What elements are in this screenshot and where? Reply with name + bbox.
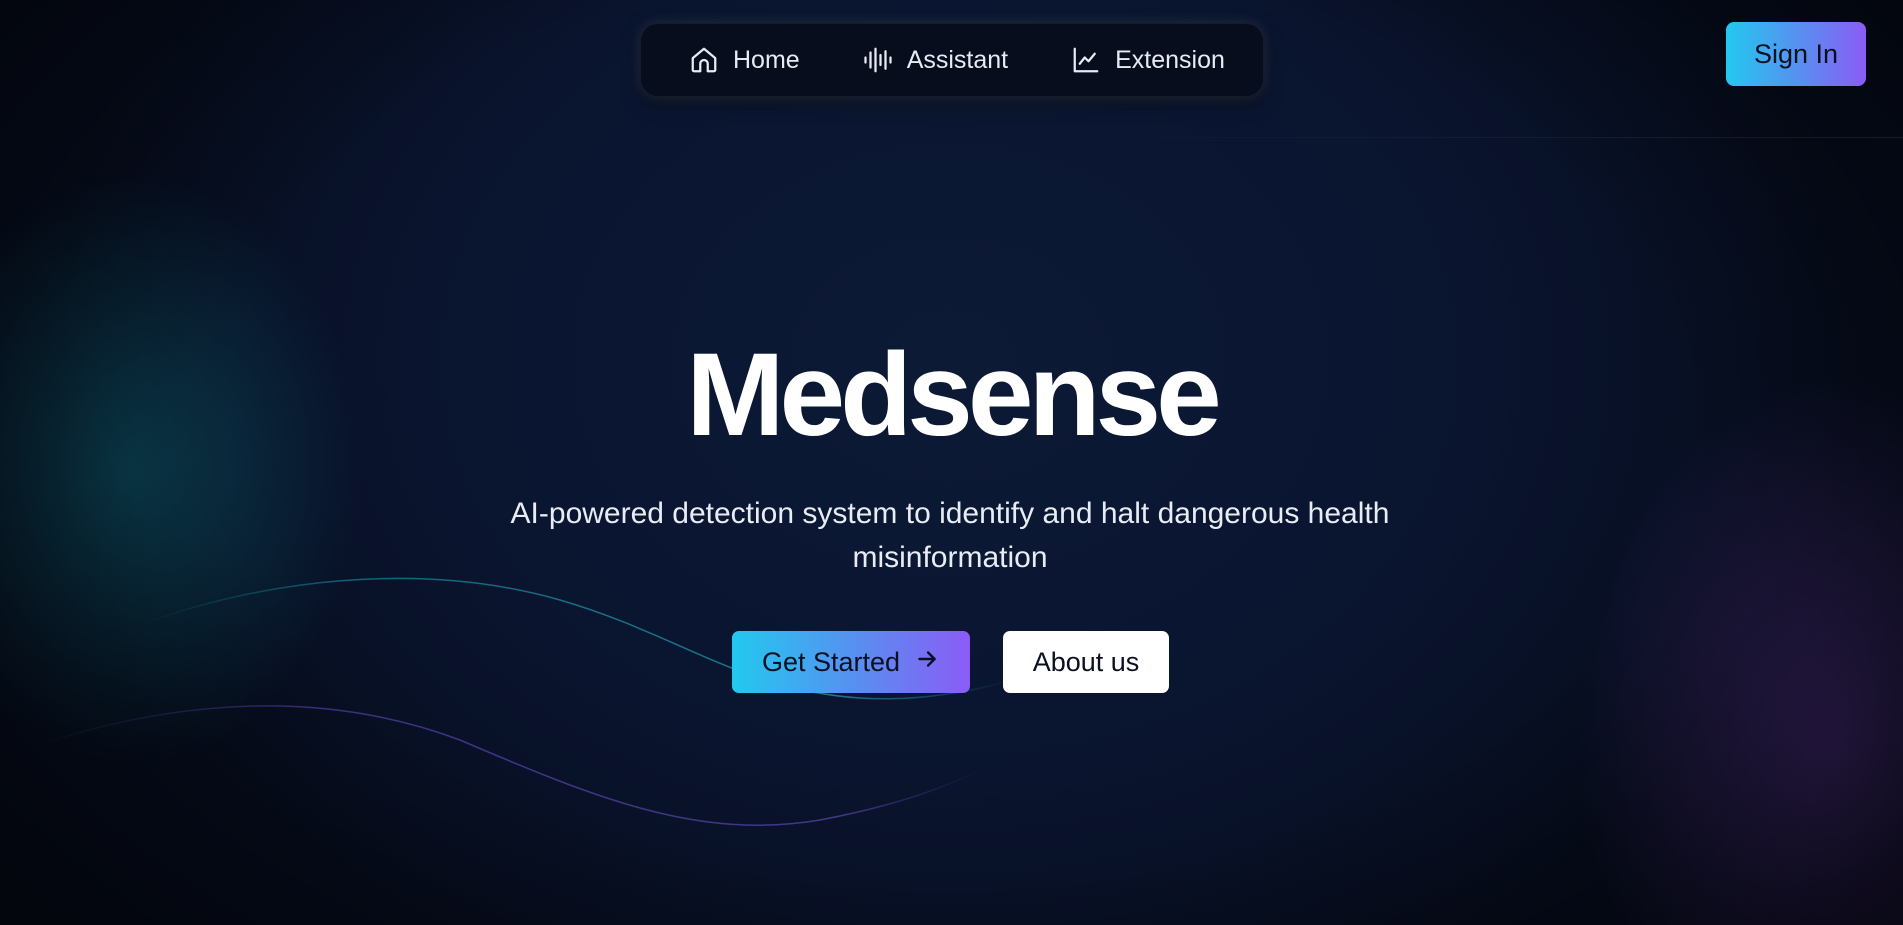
header-divider — [1040, 137, 1903, 138]
sign-in-button[interactable]: Sign In — [1726, 22, 1866, 86]
nav-item-label: Assistant — [906, 45, 1009, 74]
arrow-right-icon — [900, 646, 940, 679]
get-started-label: Get Started — [761, 646, 901, 677]
nav-item-label: Extension — [1115, 45, 1225, 74]
decorative-waves — [29, 577, 1011, 826]
nav-item-label: Home — [733, 45, 800, 74]
about-us-button[interactable]: About us — [1003, 631, 1169, 693]
home-icon — [689, 45, 733, 75]
landing-page: Home Assistant Extension Sign In Medsens… — [0, 0, 1903, 925]
audio-waveform-icon — [863, 45, 907, 75]
get-started-button[interactable]: Get Started — [732, 631, 970, 693]
purple-wave — [29, 705, 981, 826]
nav-item-assistant[interactable]: Assistant — [863, 40, 1008, 80]
main-nav: Home Assistant Extension — [640, 23, 1264, 97]
line-chart-icon — [1071, 45, 1115, 75]
vignette-overlay — [0, 0, 1903, 925]
hero-title: Medsense — [686, 329, 1222, 461]
nav-item-home[interactable]: Home — [689, 40, 800, 80]
nav-item-extension[interactable]: Extension — [1071, 40, 1225, 80]
hero-subtitle: AI-powered detection system to identify … — [510, 497, 1390, 574]
